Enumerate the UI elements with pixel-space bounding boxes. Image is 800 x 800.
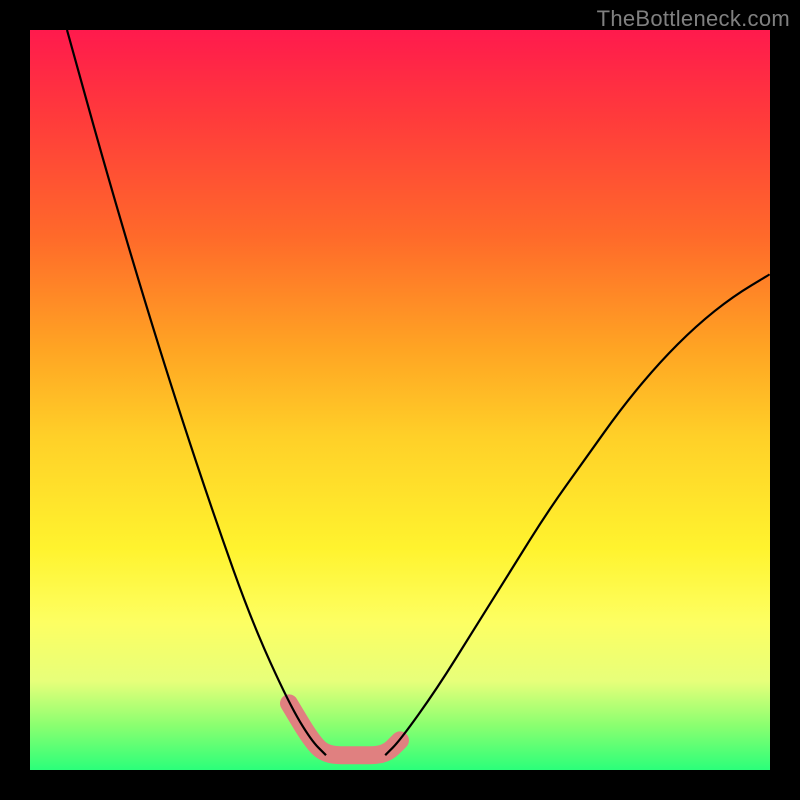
chart-svg bbox=[30, 30, 770, 770]
chart-frame: TheBottleneck.com bbox=[0, 0, 800, 800]
left-curve bbox=[67, 30, 326, 755]
plot-area bbox=[30, 30, 770, 770]
right-curve bbox=[385, 274, 770, 755]
watermark-text: TheBottleneck.com bbox=[597, 6, 790, 32]
